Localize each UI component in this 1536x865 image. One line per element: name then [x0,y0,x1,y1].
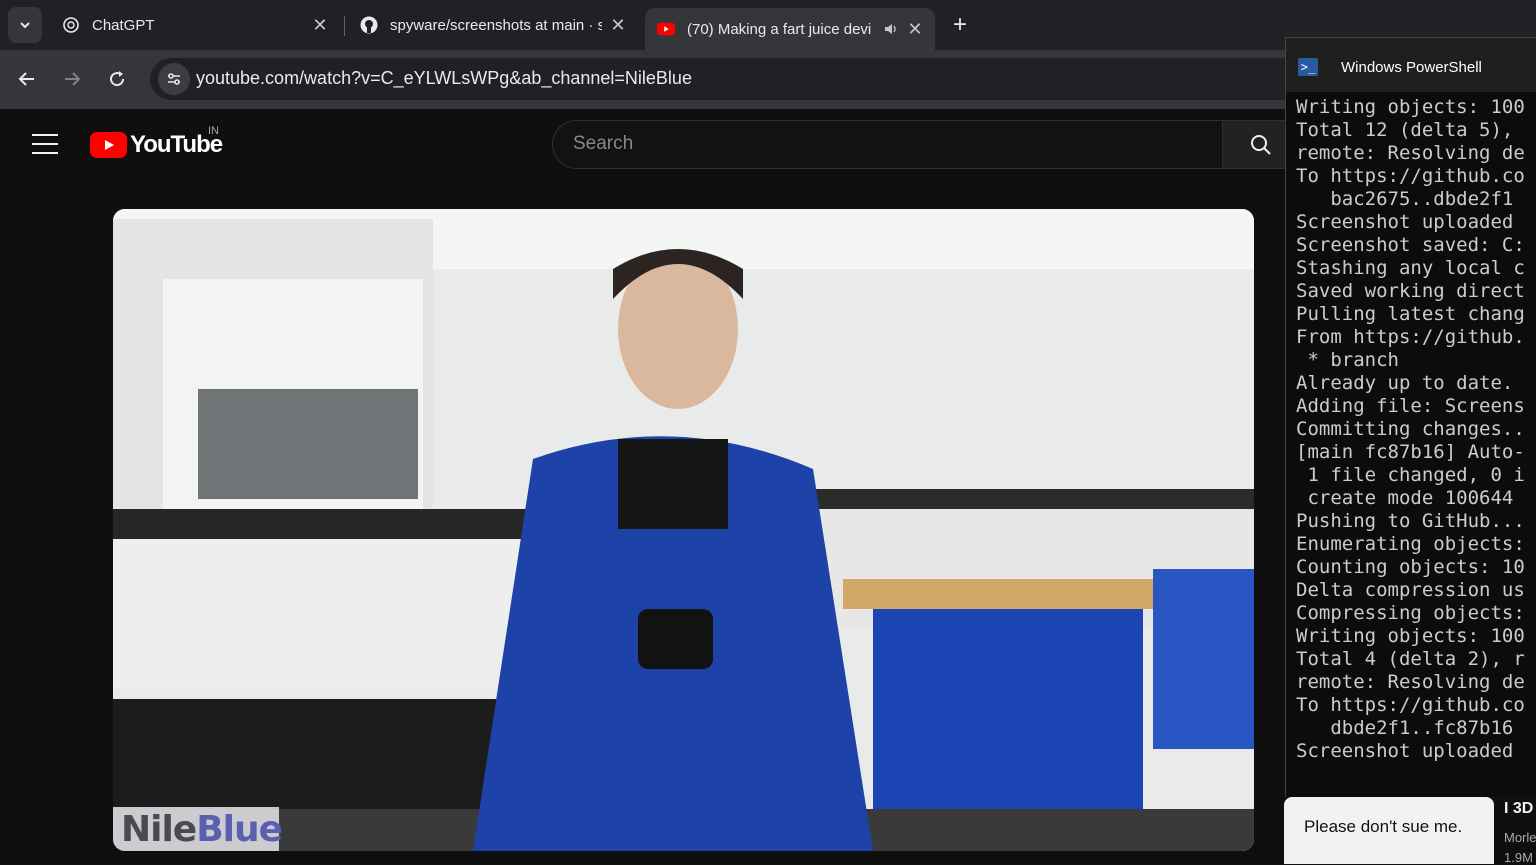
tab-github[interactable]: spyware/screenshots at main · s ✕ [348,8,638,42]
terminal-line: Screenshot saved: C: [1296,234,1525,256]
search-box [552,120,1224,169]
watermark-prefix: Nile [121,809,197,850]
thumbnail-caption: Please don't sue me. [1304,817,1463,836]
terminal-line: remote: Resolving de [1296,142,1525,164]
youtube-header: YouTube IN [0,109,1300,179]
back-button[interactable] [12,64,42,94]
terminal-line: To https://github.co [1296,165,1525,187]
url-text[interactable]: youtube.com/watch?v=C_eYLWLsWPg&ab_chann… [196,68,692,89]
youtube-icon [657,20,675,38]
terminal-line: bac2675..dbde2f1 [1296,188,1514,210]
tab-chatgpt[interactable]: ChatGPT ✕ [50,8,340,42]
terminal-line: Screenshot uploaded [1296,740,1514,762]
terminal-line: To https://github.co [1296,694,1525,716]
search-input[interactable] [573,133,1173,155]
chatgpt-icon [62,16,80,34]
youtube-logo[interactable]: YouTube [90,131,223,159]
country-code: IN [208,125,219,137]
terminal-line: Stashing any local c [1296,257,1525,279]
terminal-line: Already up to date. [1296,372,1514,394]
powershell-title: Windows PowerShell [1341,59,1482,76]
terminal-line: Saved working direct [1296,280,1525,302]
powershell-window[interactable]: >_ Windows PowerShell Writing objects: 1… [1285,37,1536,797]
terminal-line: Delta compression us [1296,579,1525,601]
tab-search-button[interactable] [8,7,42,43]
terminal-line: Writing objects: 100 [1296,625,1525,647]
terminal-output[interactable]: Writing objects: 100 Total 12 (delta 5), r… [1296,96,1536,763]
tab-title: spyware/screenshots at main · s [390,16,602,34]
speaker-icon[interactable] [883,21,899,37]
terminal-line: Screenshot uploaded [1296,211,1514,233]
terminal-line: Writing objects: 100 [1296,96,1525,118]
terminal-line: create mode 100644 [1296,487,1514,509]
terminal-line: Committing changes.. [1296,418,1525,440]
address-bar[interactable]: youtube.com/watch?v=C_eYLWLsWPg&ab_chann… [150,58,1350,100]
related-video-title[interactable]: I 3D [1504,800,1533,818]
terminal-line: dbde2f1..fc87b16 [1296,717,1514,739]
tab-youtube-active[interactable]: (70) Making a fart juice devi ✕ [645,8,935,50]
terminal-line: Counting objects: 10 [1296,556,1525,578]
terminal-line: Total 4 (delta 2), r [1296,648,1525,670]
site-info-button[interactable] [158,63,190,95]
related-video-views: 1.9M [1504,850,1533,865]
youtube-play-icon [90,132,127,158]
terminal-line: Compressing objects: [1296,602,1525,624]
arrow-right-icon [65,72,81,86]
chevron-down-icon [20,22,30,29]
terminal-line: * branch [1296,349,1399,371]
terminal-line: Adding file: Screens [1296,395,1525,417]
channel-watermark: NileBlue [113,807,283,851]
arrow-left-icon [18,72,34,86]
powershell-titlebar[interactable]: >_ Windows PowerShell [1286,38,1536,92]
terminal-line: [main fc87b16] Auto- [1296,441,1525,463]
search-icon [1251,134,1271,155]
related-video-thumbnail[interactable]: Please don't sue me. [1284,797,1494,864]
video-frame-lab-scene [113,209,1254,851]
tab-divider [344,16,345,36]
tune-icon [168,73,180,85]
powershell-icon: >_ [1298,58,1318,76]
video-player[interactable]: NileBlue [113,209,1254,851]
forward-button[interactable] [57,64,87,94]
terminal-line: Pushing to GitHub... [1296,510,1525,532]
terminal-line: Enumerating objects: [1296,533,1525,555]
terminal-line: Pulling latest chang [1296,303,1525,325]
tab-title: (70) Making a fart juice devi [687,20,872,38]
related-video-channel[interactable]: Morle [1504,830,1536,845]
github-icon [360,16,378,34]
terminal-line: remote: Resolving de [1296,671,1525,693]
terminal-line: Total 12 (delta 5), [1296,119,1514,141]
watermark-suffix: Blue [196,809,283,850]
reload-icon [110,71,125,87]
terminal-line: 1 file changed, 0 i [1296,464,1525,486]
tab-title: ChatGPT [92,16,155,34]
menu-icon[interactable] [32,134,58,154]
new-tab-button[interactable]: + [946,11,974,39]
terminal-line: From https://github. [1296,326,1525,348]
reload-button[interactable] [102,64,132,94]
close-tab-icon[interactable]: ✕ [312,15,328,35]
close-tab-icon[interactable]: ✕ [907,19,923,39]
close-tab-icon[interactable]: ✕ [610,15,626,35]
